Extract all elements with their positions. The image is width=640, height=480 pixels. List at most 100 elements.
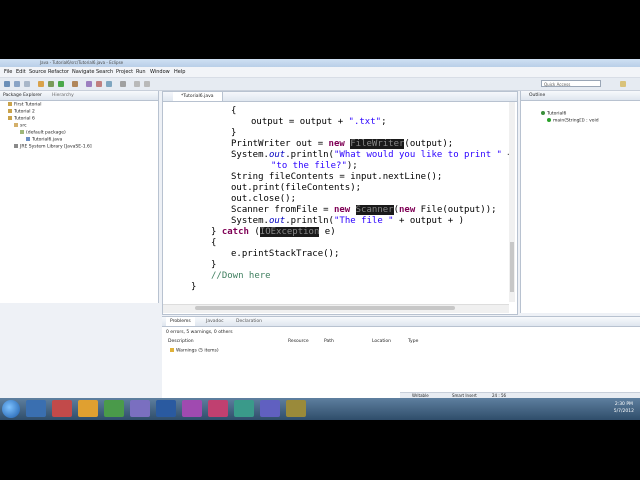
outline-item-main[interactable]: main(String[]) : void bbox=[547, 118, 599, 125]
outline-item-label: main(String[]) : void bbox=[553, 118, 599, 124]
outline-item-label: Tutorial6 bbox=[547, 111, 567, 117]
tree-item-first-tutorial[interactable]: First Tutorial bbox=[8, 102, 41, 109]
explorer-icon[interactable] bbox=[26, 400, 46, 417]
tree-item-label: Tutorial6.java bbox=[32, 137, 63, 143]
column-description[interactable]: Description bbox=[168, 339, 194, 344]
tree-item-label: JRE System Library [JavaSE-1.6] bbox=[20, 144, 92, 150]
redacted-highlight: FileWriter bbox=[350, 139, 405, 149]
tab-javadoc[interactable]: Javadoc bbox=[206, 317, 224, 326]
menu-window[interactable]: Window bbox=[150, 67, 170, 77]
source-folder-icon bbox=[14, 123, 18, 127]
tree-item-label: First Tutorial bbox=[14, 102, 42, 108]
back-icon[interactable] bbox=[134, 81, 140, 87]
tab-package-explorer[interactable]: Package Explorer bbox=[3, 91, 42, 100]
problems-row-label: Warnings (5 items) bbox=[176, 348, 219, 354]
project-icon bbox=[8, 109, 12, 113]
menu-source[interactable]: Source bbox=[29, 67, 46, 77]
tab-problems[interactable]: Problems bbox=[166, 317, 195, 326]
quick-access-input[interactable]: Quick Access bbox=[541, 80, 601, 87]
outline-tabbar: Outline bbox=[521, 91, 640, 101]
open-type-icon[interactable] bbox=[38, 81, 44, 87]
window-title: Java - Tutorial6/src/Tutorial6.java - Ec… bbox=[40, 60, 124, 65]
column-location[interactable]: Location bbox=[372, 339, 391, 344]
outline-panel: Outline Tutorial6 main(String[]) : void bbox=[520, 91, 640, 313]
tree-item-tutorial-6[interactable]: Tutorial 6 bbox=[8, 116, 35, 123]
editor-tabbar: *Tutorial6.java bbox=[163, 92, 517, 102]
run-icon[interactable] bbox=[58, 81, 64, 87]
start-button[interactable] bbox=[2, 400, 20, 418]
menu-bar: File Edit Source Refactor Navigate Searc… bbox=[0, 67, 640, 78]
menu-navigate[interactable]: Navigate bbox=[72, 67, 94, 77]
column-type[interactable]: Type bbox=[408, 339, 418, 344]
new-java-project-icon[interactable] bbox=[86, 81, 92, 87]
eclipse-icon[interactable] bbox=[130, 400, 150, 417]
problems-tabbar: Problems Javadoc Declaration bbox=[162, 317, 640, 327]
tab-declaration[interactable]: Declaration bbox=[236, 317, 262, 326]
tab-tutorial6-java[interactable]: *Tutorial6.java bbox=[173, 92, 223, 101]
print-icon[interactable] bbox=[24, 81, 30, 87]
tree-item-default-package[interactable]: (default package) bbox=[20, 130, 66, 137]
library-icon bbox=[14, 144, 18, 148]
menu-help[interactable]: Help bbox=[174, 67, 185, 77]
code-area[interactable]: { output = output + ".txt"; } PrintWrite… bbox=[163, 102, 513, 302]
chrome-icon[interactable] bbox=[104, 400, 124, 417]
code-line: } bbox=[191, 282, 197, 292]
photoshop-icon[interactable] bbox=[156, 400, 176, 417]
java-file-icon bbox=[26, 137, 30, 141]
app-icon[interactable] bbox=[234, 400, 254, 417]
menu-edit[interactable]: Edit bbox=[16, 67, 26, 77]
tree-item-label: Tutorial 6 bbox=[14, 116, 35, 122]
tree-item-tutorial6-java[interactable]: Tutorial6.java bbox=[26, 137, 62, 144]
external-tools-icon[interactable] bbox=[72, 81, 78, 87]
editor-scroll-thumb[interactable] bbox=[510, 242, 514, 292]
menu-project[interactable]: Project bbox=[116, 67, 133, 77]
java-perspective-icon[interactable] bbox=[620, 81, 626, 87]
app-icon[interactable] bbox=[208, 400, 228, 417]
menu-file[interactable]: File bbox=[4, 67, 12, 77]
app-icon[interactable] bbox=[182, 400, 202, 417]
package-explorer-panel: Package Explorer Hierarchy First Tutoria… bbox=[0, 91, 159, 303]
column-path[interactable]: Path bbox=[324, 339, 334, 344]
title-bar: Java - Tutorial6/src/Tutorial6.java - Ec… bbox=[0, 59, 640, 67]
code-line: e.printStackTrace(); bbox=[231, 249, 340, 259]
problems-row-warnings[interactable]: Warnings (5 items) bbox=[170, 348, 219, 354]
new-class-icon[interactable] bbox=[106, 81, 112, 87]
tree-item-jre-library[interactable]: JRE System Library [JavaSE-1.6] bbox=[14, 144, 92, 151]
code-line: Scanner fromFile = new Scanner(new File(… bbox=[231, 205, 497, 215]
tree-item-tutorial-2[interactable]: Tutorial 2 bbox=[8, 109, 35, 116]
method-icon bbox=[547, 118, 551, 122]
forward-icon[interactable] bbox=[144, 81, 150, 87]
clock-date: 5/7/2012 bbox=[613, 409, 634, 414]
project-icon bbox=[8, 116, 12, 120]
tree-item-label: src bbox=[20, 123, 27, 129]
project-icon bbox=[8, 102, 12, 106]
code-line: String fileContents = input.nextLine(); bbox=[231, 172, 443, 182]
tab-outline[interactable]: Outline bbox=[529, 91, 545, 100]
tab-hierarchy[interactable]: Hierarchy bbox=[52, 91, 74, 100]
outline-item-class[interactable]: Tutorial6 bbox=[541, 111, 566, 118]
search-icon[interactable] bbox=[120, 81, 126, 87]
tree-item-label: (default package) bbox=[26, 130, 66, 136]
code-line: System.out.println("What would you like … bbox=[231, 150, 513, 160]
code-line: { bbox=[211, 238, 217, 248]
system-clock[interactable]: 2:30 PM 5/7/2012 bbox=[614, 401, 634, 415]
new-package-icon[interactable] bbox=[96, 81, 102, 87]
problems-summary: 0 errors, 5 warnings, 0 others bbox=[166, 330, 233, 335]
media-icon[interactable] bbox=[52, 400, 72, 417]
menu-refactor[interactable]: Refactor bbox=[48, 67, 69, 77]
column-resource[interactable]: Resource bbox=[288, 339, 309, 344]
code-line: } bbox=[231, 128, 237, 138]
app-icon[interactable] bbox=[286, 400, 306, 417]
new-icon[interactable] bbox=[4, 81, 10, 87]
tree-item-src[interactable]: src bbox=[14, 123, 27, 130]
menu-search[interactable]: Search bbox=[96, 67, 113, 77]
code-line: System.out.println("The file " + output … bbox=[231, 216, 465, 226]
eclipse-screen: Java - Tutorial6/src/Tutorial6.java - Ec… bbox=[0, 59, 640, 420]
debug-icon[interactable] bbox=[48, 81, 54, 87]
save-icon[interactable] bbox=[14, 81, 20, 87]
editor-hscroll-thumb[interactable] bbox=[195, 306, 455, 310]
code-comment: //Down here bbox=[211, 271, 271, 281]
firefox-icon[interactable] bbox=[78, 400, 98, 417]
menu-run[interactable]: Run bbox=[136, 67, 146, 77]
app-icon[interactable] bbox=[260, 400, 280, 417]
